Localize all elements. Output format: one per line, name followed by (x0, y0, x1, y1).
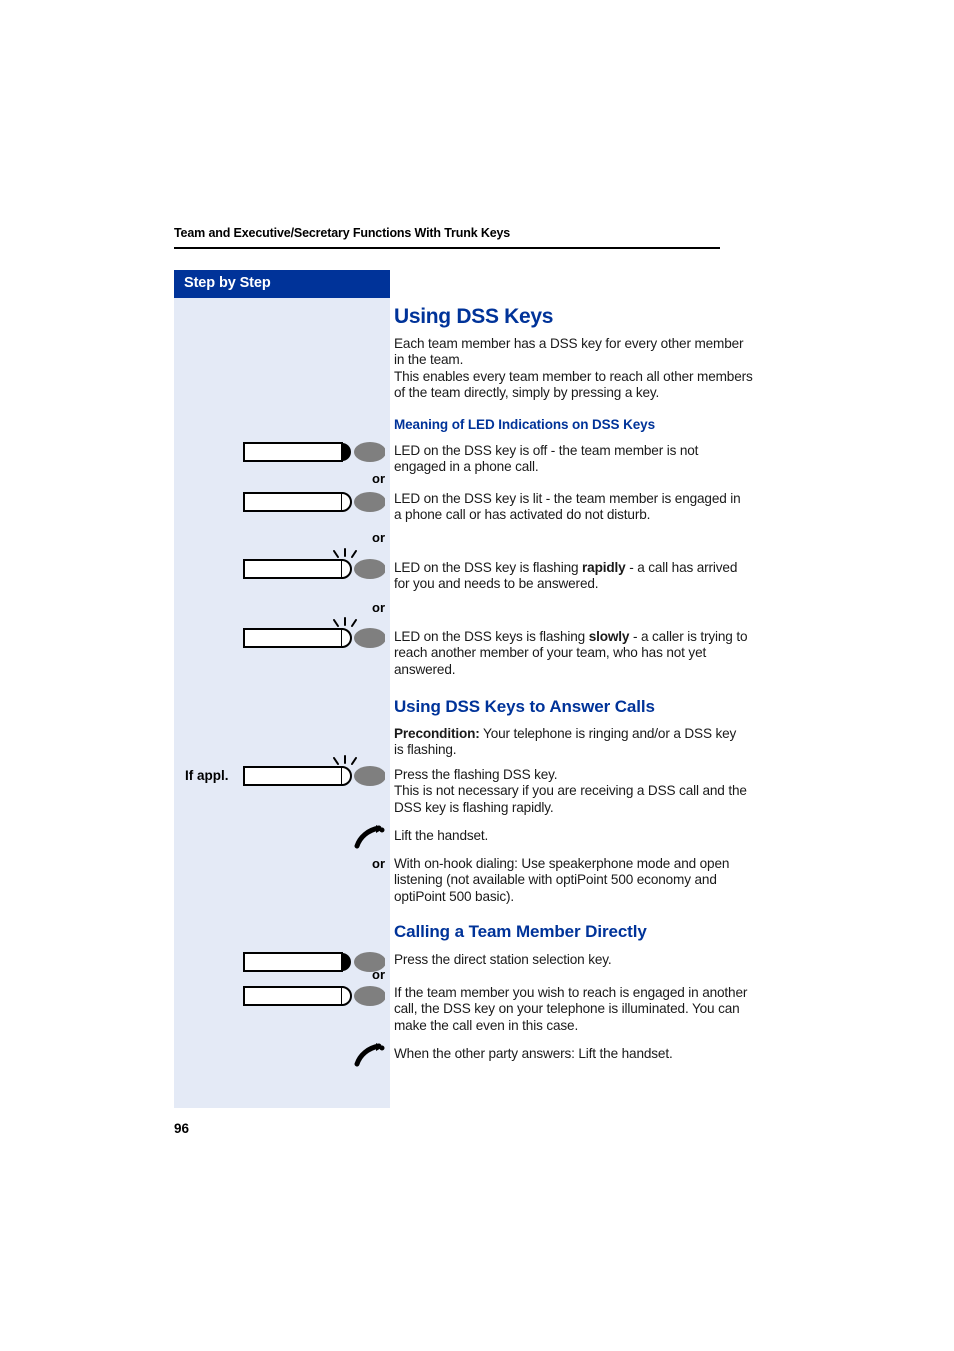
led-item-rapid-text: LED on the DSS key is flashing rapidly -… (394, 560, 748, 593)
subsection-led-meanings: Meaning of LED Indications on DSS Keys (394, 417, 655, 432)
dss-key-led-lit-icon-1 (243, 487, 385, 517)
step-by-step-title: Step by Step (184, 275, 271, 291)
answer-step-press-key: Press the flashing DSS key. This is not … (394, 767, 747, 815)
handset-lift-icon-1 (354, 824, 388, 850)
precondition-paragraph: Precondition: Your telephone is ringing … (394, 726, 744, 759)
led-item-slow-text-before: LED on the DSS keys is flashing (394, 629, 589, 644)
page-title: Using DSS Keys (394, 305, 554, 328)
dss-key-flashing-rapidly-icon (243, 548, 385, 579)
document-page: Team and Executive/Secretary Functions W… (0, 0, 954, 1351)
dss-key-flashing-slowly-icon (243, 617, 385, 648)
intro-paragraph: Each team member has a DSS key for every… (394, 336, 753, 401)
step-by-step-header: Step by Step (174, 270, 390, 298)
if-applicable-marker: If appl. (185, 768, 229, 783)
or-marker-3: or (372, 600, 385, 615)
dss-key-led-lit-icon-2 (243, 981, 385, 1011)
led-item-slow-text: LED on the DSS keys is flashing slowly -… (394, 629, 748, 678)
call-step-lift-handset: When the other party answers: Lift the h… (394, 1046, 673, 1061)
subsection-calling-team-member: Calling a Team Member Directly (394, 922, 647, 941)
led-item-lit-text: LED on the DSS key is lit - the team mem… (394, 491, 741, 523)
answer-step-onhook-dialing: With on-hook dialing: Use speakerphone m… (394, 856, 730, 904)
header-rule (174, 247, 720, 249)
led-item-rapid-text-before: LED on the DSS key is flashing (394, 560, 583, 575)
or-marker-2: or (372, 530, 385, 545)
or-marker-5: or (372, 967, 385, 982)
dss-key-led-off-icon-1 (243, 437, 385, 467)
call-step-engaged-note: If the team member you wish to reach is … (394, 985, 748, 1033)
or-marker-4: or (372, 856, 385, 871)
led-item-rapid-emphasis: rapidly (582, 560, 626, 575)
dss-key-flashing-icon-answer (243, 755, 385, 786)
or-marker-1: or (372, 471, 385, 486)
handset-lift-icon-2 (354, 1042, 388, 1068)
call-step-press-dss: Press the direct station selection key. (394, 952, 612, 967)
led-item-off-text: LED on the DSS key is off - the team mem… (394, 443, 699, 475)
subsection-answer-calls: Using DSS Keys to Answer Calls (394, 697, 655, 716)
answer-step-lift-handset: Lift the handset. (394, 828, 489, 843)
running-header: Team and Executive/Secretary Functions W… (174, 226, 511, 240)
precondition-label: Precondition: (394, 726, 480, 741)
led-item-slow-emphasis: slowly (588, 629, 630, 644)
page-number: 96 (174, 1121, 190, 1136)
